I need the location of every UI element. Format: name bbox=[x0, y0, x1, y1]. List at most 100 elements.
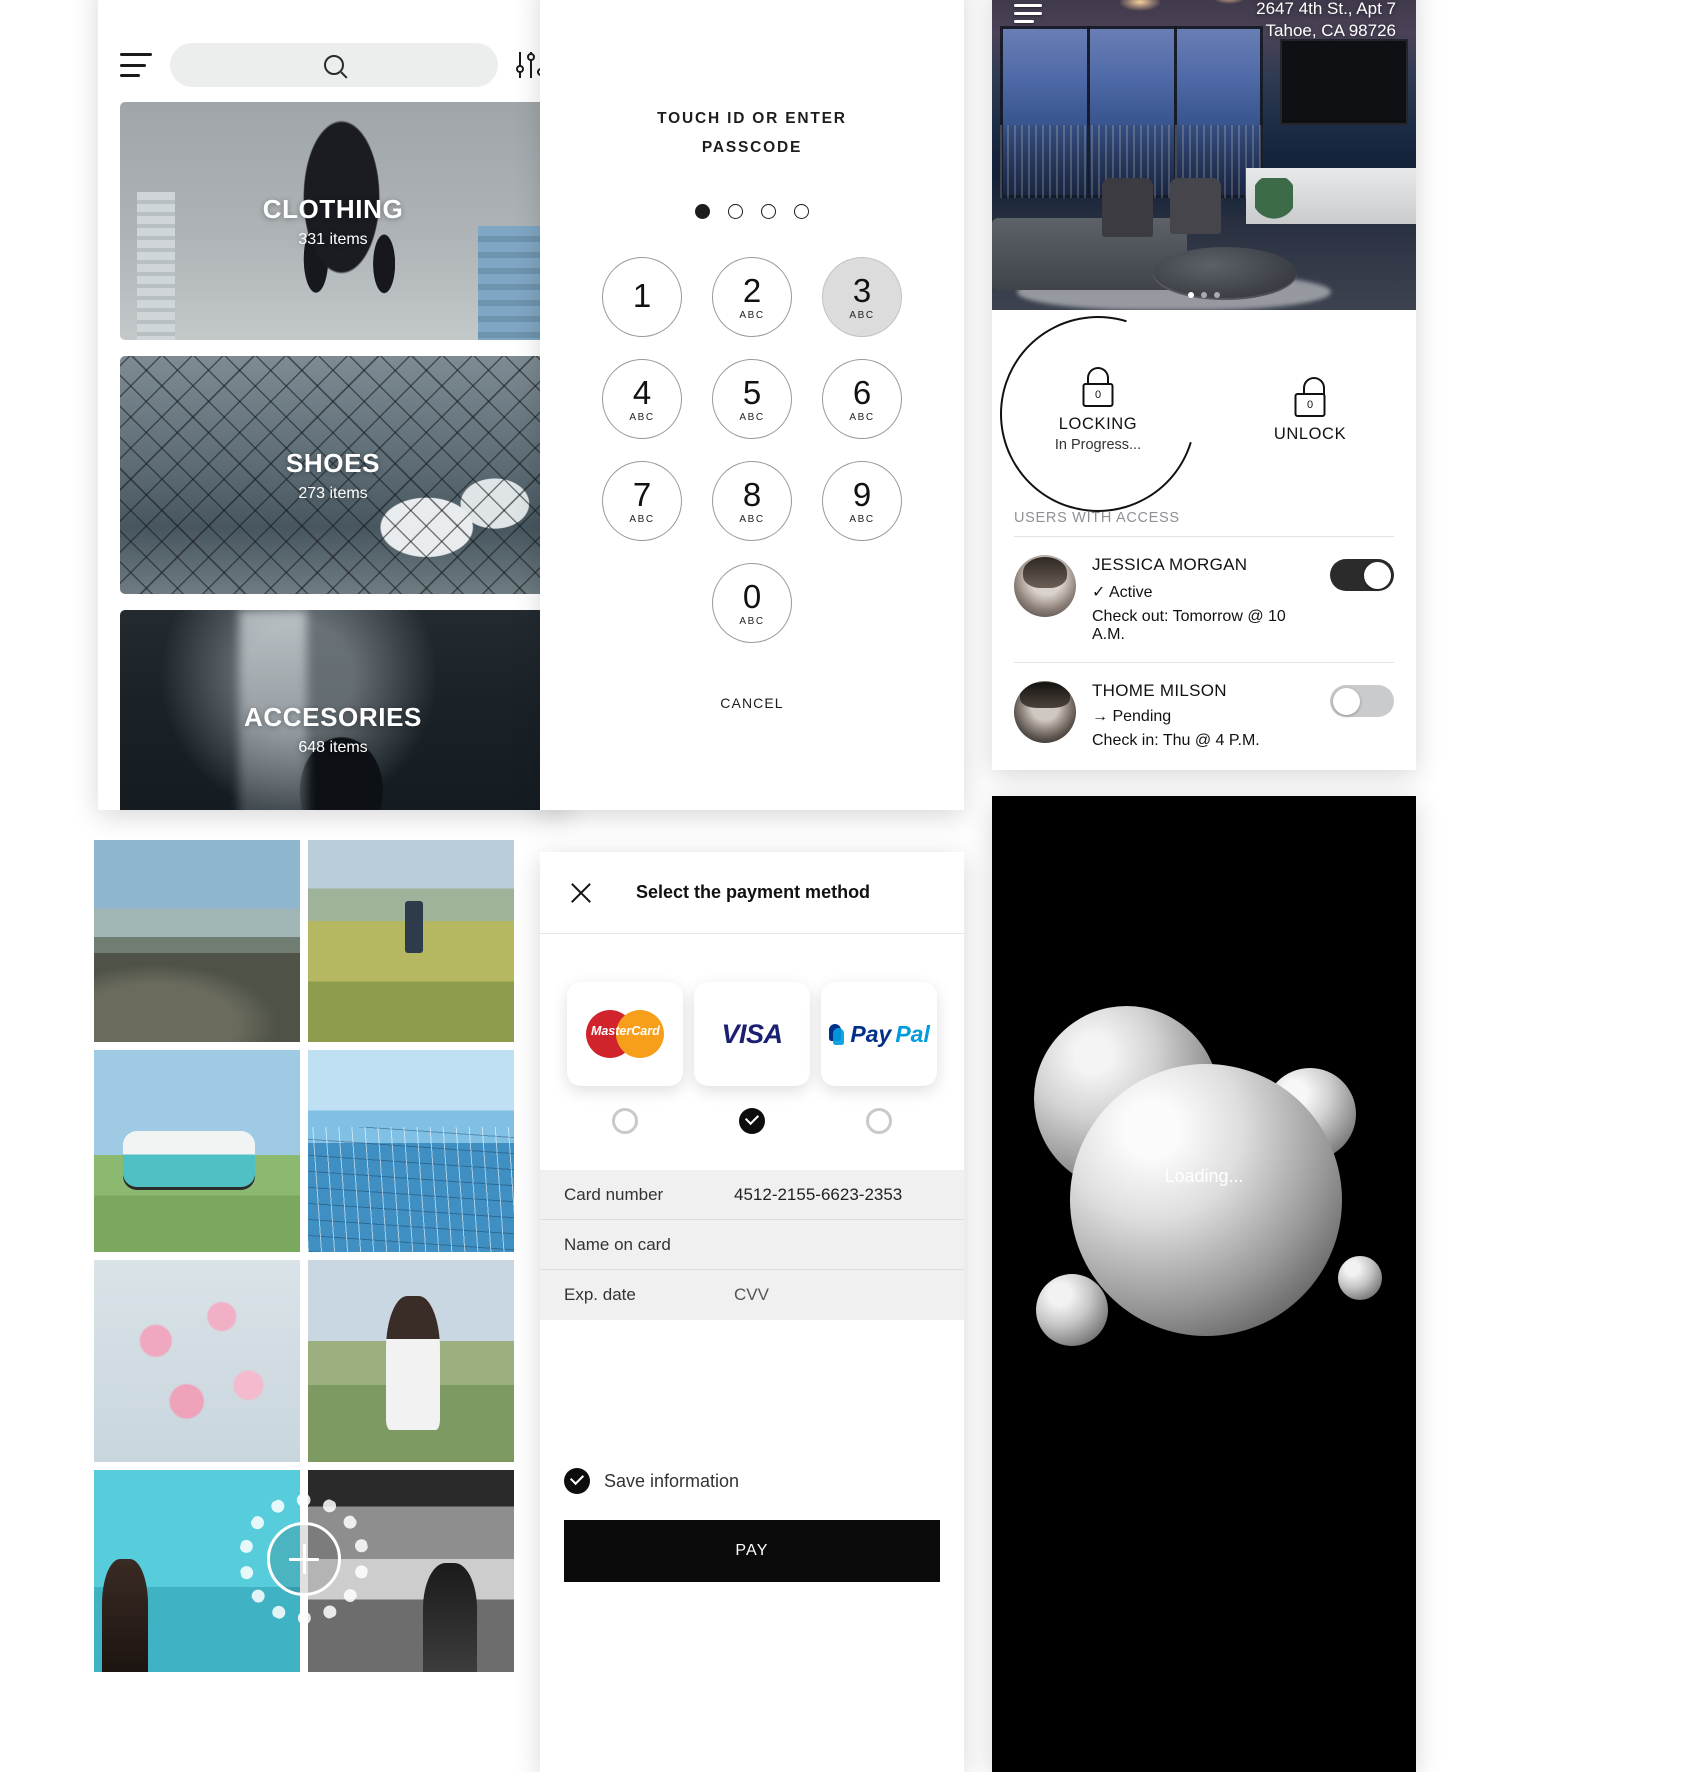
user-access-toggle[interactable] bbox=[1330, 685, 1394, 717]
key-letters: ABC bbox=[849, 411, 875, 423]
hamburger-icon[interactable] bbox=[1014, 4, 1042, 28]
passcode-dot-4 bbox=[794, 204, 809, 220]
key-letters: ABC bbox=[739, 309, 765, 321]
passcode-screen: TOUCH ID OR ENTER PASSCODE 1 2 ABC 3 ABC… bbox=[540, 0, 964, 810]
loading-label: Loading... bbox=[1164, 1166, 1244, 1186]
sphere-decoration bbox=[1070, 1064, 1342, 1336]
keypad-key-7[interactable]: 7 ABC bbox=[602, 461, 682, 542]
carousel-dot-1[interactable] bbox=[1188, 292, 1194, 298]
keypad-key-6[interactable]: 6 ABC bbox=[822, 359, 902, 440]
pay-button[interactable]: PAY bbox=[564, 1520, 940, 1582]
key-letters: ABC bbox=[739, 513, 765, 525]
paypal-logo-card: Pay Pal bbox=[820, 982, 937, 1086]
gallery-photo[interactable] bbox=[308, 1260, 514, 1462]
gallery-photo[interactable] bbox=[94, 1050, 300, 1252]
cvv-label[interactable]: CVV bbox=[734, 1285, 769, 1305]
key-number: 3 bbox=[852, 271, 872, 309]
passcode-title-line2: PASSCODE bbox=[701, 138, 803, 156]
keypad-key-0[interactable]: 0 ABC bbox=[712, 563, 792, 644]
key-number: 1 bbox=[632, 277, 652, 315]
locking-sub-label: In Progress... bbox=[1054, 437, 1142, 453]
category-count: 273 items bbox=[298, 484, 368, 502]
visa-logo-card: VISA bbox=[693, 982, 810, 1086]
gallery-photo[interactable] bbox=[94, 1260, 300, 1462]
category-title: CLOTHING bbox=[262, 193, 404, 224]
key-number: 6 bbox=[852, 373, 872, 411]
keypad-key-3[interactable]: 3 ABC bbox=[822, 257, 902, 338]
category-card-accessories[interactable]: ACCESORIES 648 items bbox=[120, 610, 546, 810]
locking-button[interactable]: 0 LOCKING In Progress... bbox=[992, 281, 1231, 547]
gallery-photo[interactable] bbox=[94, 840, 300, 1042]
category-title: SHOES bbox=[285, 447, 381, 478]
user-row[interactable]: THOME MILSON → Pending Check in: Thu @ 4… bbox=[1014, 663, 1394, 768]
keypad-key-5[interactable]: 5 ABC bbox=[712, 359, 792, 440]
carousel-dot-3[interactable] bbox=[1214, 292, 1220, 298]
sphere-decoration bbox=[1338, 1256, 1382, 1300]
mastercard-radio[interactable] bbox=[612, 1108, 639, 1134]
category-count: 331 items bbox=[298, 230, 368, 248]
add-photo-fab[interactable] bbox=[239, 1494, 369, 1624]
card-number-value[interactable]: 4512-2155-6623-2353 bbox=[734, 1185, 902, 1205]
key-number: 8 bbox=[742, 475, 762, 513]
passcode-dot-3 bbox=[761, 204, 776, 220]
exp-date-row[interactable]: Exp. date CVV bbox=[540, 1270, 964, 1320]
card-number-row[interactable]: Card number 4512-2155-6623-2353 bbox=[540, 1170, 964, 1220]
card-details-form: Card number 4512-2155-6623-2353 Name on … bbox=[540, 1170, 964, 1320]
mastercard-label: MasterCard bbox=[590, 1024, 660, 1038]
gallery-photo[interactable] bbox=[308, 840, 514, 1042]
unlock-label: UNLOCK bbox=[1273, 424, 1347, 443]
save-information-row[interactable]: Save information bbox=[540, 1468, 964, 1494]
avatar bbox=[1014, 681, 1076, 743]
passcode-keypad: 1 2 ABC 3 ABC 4 ABC 5 ABC 6 ABC 7 ABC 8 bbox=[587, 257, 917, 644]
passcode-dots bbox=[540, 204, 964, 220]
avatar bbox=[1014, 555, 1076, 617]
save-information-checkbox[interactable] bbox=[564, 1468, 590, 1494]
key-number: 2 bbox=[742, 271, 762, 309]
unlock-button[interactable]: 0 UNLOCK bbox=[1204, 310, 1416, 510]
hamburger-icon[interactable] bbox=[120, 53, 152, 77]
paypal-radio[interactable] bbox=[865, 1108, 892, 1134]
page-title: Select the payment method bbox=[636, 882, 871, 902]
visa-radio[interactable] bbox=[738, 1108, 765, 1134]
payment-option-visa[interactable]: VISA bbox=[693, 982, 810, 1134]
payment-option-paypal[interactable]: Pay Pal bbox=[820, 982, 937, 1134]
category-card-shoes[interactable]: SHOES 273 items bbox=[120, 356, 546, 594]
keypad-key-8[interactable]: 8 ABC bbox=[712, 461, 792, 542]
user-status: → Pending bbox=[1092, 708, 1172, 725]
user-access-toggle[interactable] bbox=[1330, 559, 1394, 591]
key-number: 0 bbox=[742, 577, 762, 615]
keypad-key-1[interactable]: 1 bbox=[602, 257, 682, 338]
close-icon[interactable] bbox=[568, 880, 594, 906]
search-input-wrapper[interactable] bbox=[170, 43, 498, 87]
plus-icon bbox=[289, 1544, 319, 1574]
carousel-dot-2[interactable] bbox=[1201, 292, 1207, 298]
address-line-2: Tahoe, CA 98726 bbox=[1265, 21, 1396, 41]
user-name: THOME MILSON bbox=[1092, 681, 1227, 700]
user-row[interactable]: JESSICA MORGAN ✓ Active Check out: Tomor… bbox=[1014, 537, 1394, 663]
sphere-decoration bbox=[1036, 1274, 1108, 1346]
name-on-card-row[interactable]: Name on card bbox=[540, 1220, 964, 1270]
gallery-photo[interactable] bbox=[308, 1050, 514, 1252]
category-title: ACCESORIES bbox=[244, 701, 422, 732]
key-letters: ABC bbox=[849, 309, 875, 321]
image-carousel-dots[interactable] bbox=[1188, 292, 1220, 298]
lock-open-icon: 0 bbox=[1293, 376, 1327, 417]
payment-header: Select the payment method bbox=[540, 852, 964, 934]
mastercard-icon: MasterCard bbox=[586, 1010, 665, 1058]
property-address: 2647 4th St., Apt 7 Tahoe, CA 98726 bbox=[1256, 0, 1396, 43]
user-check-time: Check in: Thu @ 4 P.M. bbox=[1092, 732, 1260, 749]
keypad-key-4[interactable]: 4 ABC bbox=[602, 359, 682, 440]
keypad-key-9[interactable]: 9 ABC bbox=[822, 461, 902, 542]
users-heading: USERS WITH ACCESS bbox=[1014, 510, 1394, 537]
payment-option-mastercard[interactable]: MasterCard bbox=[567, 982, 684, 1134]
cancel-button[interactable]: CANCEL bbox=[540, 695, 964, 711]
mastercard-logo-card: MasterCard bbox=[567, 982, 684, 1086]
user-status: ✓ Active bbox=[1092, 584, 1153, 601]
category-card-clothing[interactable]: CLOTHING 331 items bbox=[120, 102, 546, 340]
key-letters: ABC bbox=[629, 513, 655, 525]
key-letters: ABC bbox=[849, 513, 875, 525]
keypad-key-2[interactable]: 2 ABC bbox=[712, 257, 792, 338]
passcode-dot-2 bbox=[728, 204, 743, 220]
visa-icon: VISA bbox=[721, 1018, 783, 1049]
user-info: THOME MILSON → Pending Check in: Thu @ 4… bbox=[1092, 681, 1314, 750]
